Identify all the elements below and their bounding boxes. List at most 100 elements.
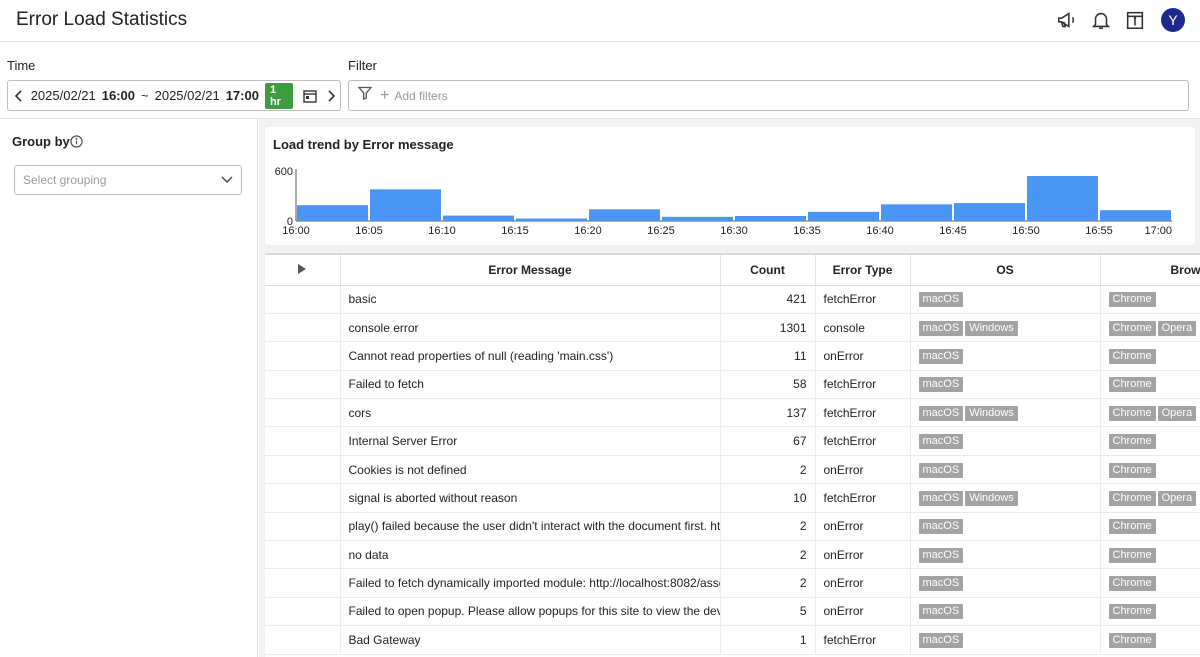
column-header[interactable]: Count: [720, 253, 816, 286]
expand-triangle-icon[interactable]: [298, 263, 307, 274]
tag-badge: Chrome: [1108, 292, 1156, 308]
document-icon[interactable]: [1123, 8, 1147, 32]
table-row[interactable]: Bad Gateway 1 fetchError macOS Chrome: [265, 625, 1200, 655]
browser-cell: Chrome: [1100, 568, 1200, 598]
chart-bar[interactable]: [954, 203, 1025, 221]
x-tick-label: 16:55: [1085, 225, 1113, 237]
tag-badge: Opera: [1157, 320, 1197, 336]
error-message-cell: Internal Server Error: [340, 426, 721, 456]
chart-bar[interactable]: [516, 218, 587, 222]
chart-bar[interactable]: [662, 216, 733, 221]
error-type-cell: fetchError: [815, 426, 911, 456]
chart-bar[interactable]: [443, 215, 514, 221]
x-tick-label: 16:10: [428, 225, 456, 237]
tag-badge: Chrome: [1108, 576, 1156, 592]
info-icon[interactable]: [70, 135, 83, 153]
column-header[interactable]: OS: [910, 253, 1101, 286]
tag-badge: Windows: [965, 405, 1018, 421]
row-expander: [265, 398, 341, 428]
page-title: Error Load Statistics: [16, 9, 188, 30]
os-cell: macOS Windows: [910, 483, 1101, 513]
tag-badge: macOS: [918, 434, 964, 450]
table-row[interactable]: console error 1301 console macOS Windows Chro…: [265, 313, 1200, 343]
table-row[interactable]: Failed to open popup. Please allow popup…: [265, 597, 1200, 627]
row-expander: [265, 426, 341, 456]
table-row[interactable]: Failed to fetch dynamically imported mod…: [265, 568, 1200, 598]
calendar-icon[interactable]: [302, 89, 317, 103]
browser-cell: Chrome: [1100, 341, 1200, 371]
chevron-left-icon[interactable]: [8, 81, 31, 110]
avatar[interactable]: Y: [1161, 8, 1185, 32]
row-expander: [265, 625, 341, 655]
os-cell: macOS: [910, 285, 1101, 314]
chart-bar[interactable]: [589, 209, 660, 221]
tag-badge: Windows: [965, 490, 1018, 506]
chevron-right-icon[interactable]: [323, 81, 340, 110]
browser-cell: Chrome: [1100, 597, 1200, 627]
chart-bar[interactable]: [370, 189, 441, 221]
tag-badge: macOS: [918, 604, 964, 620]
error-message-cell: cors: [340, 398, 721, 428]
time-label: Time: [7, 58, 36, 73]
bell-icon[interactable]: [1089, 8, 1113, 32]
table-row[interactable]: Cannot read properties of null (reading …: [265, 341, 1200, 371]
error-message-cell: Failed to fetch: [340, 370, 721, 400]
count-cell: 2: [720, 512, 816, 542]
error-type-cell: onError: [815, 455, 911, 485]
chart-bar[interactable]: [1100, 210, 1171, 221]
tag-badge: Chrome: [1108, 434, 1156, 450]
plus-icon[interactable]: +: [380, 87, 389, 105]
column-header[interactable]: Error Type: [815, 253, 911, 286]
count-cell: 11: [720, 341, 816, 371]
browser-cell: Chrome Opera: [1100, 313, 1200, 343]
range-badge[interactable]: 1 hr: [264, 82, 293, 109]
browser-cell: Chrome: [1100, 512, 1200, 542]
x-tick-label: 16:35: [793, 225, 821, 237]
x-tick-label: 16:20: [574, 225, 602, 237]
tag-badge: macOS: [918, 405, 964, 421]
tag-badge: macOS: [918, 576, 964, 592]
tag-badge: Chrome: [1108, 348, 1156, 364]
chart-bar[interactable]: [1027, 176, 1098, 221]
megaphone-icon[interactable]: [1055, 8, 1079, 32]
chart-bar[interactable]: [881, 204, 952, 221]
error-message-cell: Cookies is not defined: [340, 455, 721, 485]
table-row[interactable]: cors 137 fetchError macOS Windows Chrome Opera: [265, 398, 1200, 428]
expand-all-column[interactable]: [265, 253, 341, 286]
table-row[interactable]: basic 421 fetchError macOS Chrome: [265, 285, 1200, 314]
table-row[interactable]: Failed to fetch 58 fetchError macOS Chrome: [265, 370, 1200, 400]
table-row[interactable]: no data 2 onError macOS Chrome: [265, 540, 1200, 570]
count-cell: 67: [720, 426, 816, 456]
row-expander: [265, 285, 341, 314]
chart-bar[interactable]: [297, 205, 368, 221]
column-header[interactable]: Error Message: [340, 253, 721, 286]
count-cell: 5: [720, 597, 816, 627]
table-row[interactable]: play() failed because the user didn't in…: [265, 512, 1200, 542]
main-content: Load trend by Error message 600 0 16:00 16:…: [259, 119, 1200, 657]
tag-badge: Chrome: [1108, 320, 1156, 336]
error-message-cell: Cannot read properties of null (reading …: [340, 341, 721, 371]
time-range-picker[interactable]: 2025/02/21 16:00 ~ 2025/02/21 17:00 1 hr: [7, 80, 341, 111]
x-tick-label: 17:00: [1144, 225, 1172, 237]
os-cell: macOS: [910, 426, 1101, 456]
tag-badge: macOS: [918, 462, 964, 478]
error-type-cell: onError: [815, 341, 911, 371]
tag-badge: macOS: [918, 519, 964, 535]
error-type-cell: onError: [815, 512, 911, 542]
error-message-cell: console error: [340, 313, 721, 343]
tag-badge: Chrome: [1108, 519, 1156, 535]
grouping-select[interactable]: Select grouping: [14, 165, 242, 195]
x-tick-label: 16:00: [282, 225, 310, 237]
table-row[interactable]: Cookies is not defined 2 onError macOS Chrom…: [265, 455, 1200, 485]
browser-cell: Chrome: [1100, 370, 1200, 400]
tag-badge: macOS: [918, 292, 964, 308]
x-tick-label: 16:15: [501, 225, 529, 237]
error-message-cell: basic: [340, 285, 721, 314]
column-header[interactable]: Brow: [1100, 253, 1200, 286]
chart-bar[interactable]: [808, 211, 879, 221]
table-row[interactable]: Internal Server Error 67 fetchError macOS Ch…: [265, 426, 1200, 456]
table-row[interactable]: signal is aborted without reason 10 fetchE…: [265, 483, 1200, 513]
chart-bar[interactable]: [735, 216, 806, 221]
tag-badge: Chrome: [1108, 604, 1156, 620]
filter-input[interactable]: + Add filters: [348, 80, 1189, 111]
